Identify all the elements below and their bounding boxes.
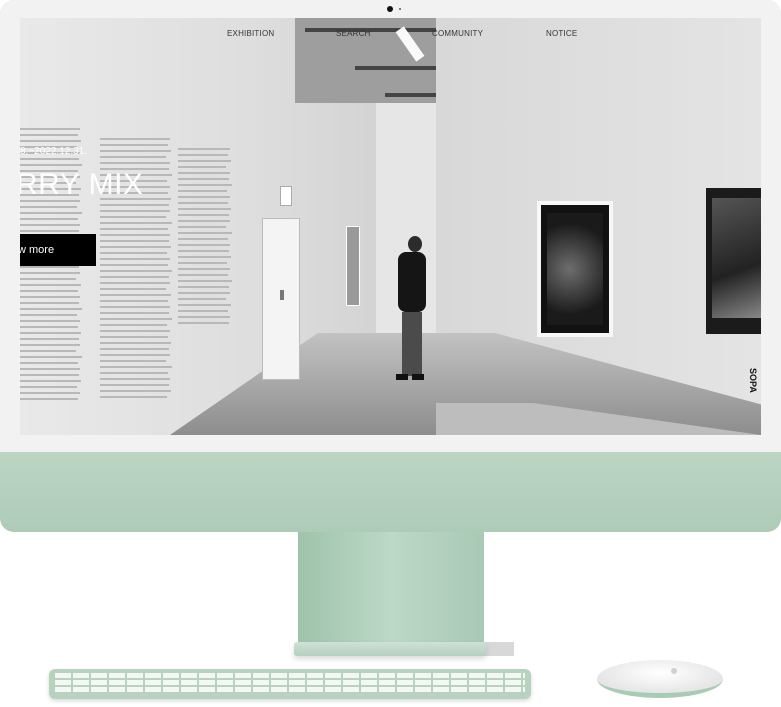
website-screen: SOPA EXHIBITION SEARCH COMMUNITY NOTICE … <box>20 18 761 435</box>
artwork-small <box>346 226 360 306</box>
artwork-framed <box>706 188 761 334</box>
side-vertical-text: SOPA <box>748 368 758 393</box>
view-more-button[interactable]: w more <box>20 234 96 266</box>
apple-logo-icon <box>671 668 677 674</box>
keyboard <box>49 669 531 699</box>
ceiling-beam <box>355 66 436 70</box>
nav-search[interactable]: SEARCH <box>336 29 371 38</box>
nav-community[interactable]: COMMUNITY <box>432 29 483 38</box>
camera-indicator <box>399 8 401 10</box>
nav-exhibition[interactable]: EXHIBITION <box>227 29 274 38</box>
door-handle <box>280 290 284 300</box>
imac-stand <box>298 532 484 648</box>
mouse <box>597 660 723 698</box>
imac-chin <box>0 452 781 532</box>
ceiling-beam <box>385 93 436 97</box>
imac-stand-foot <box>294 642 486 656</box>
site-navigation: EXHIBITION SEARCH COMMUNITY NOTICE <box>20 29 761 43</box>
camera-icon <box>387 6 393 12</box>
visitor-figure <box>388 236 432 386</box>
nav-notice[interactable]: NOTICE <box>546 29 577 38</box>
hero-title: RRY MIX <box>20 168 144 201</box>
stand-shadow <box>484 642 514 656</box>
imac-display: SOPA EXHIBITION SEARCH COMMUNITY NOTICE … <box>0 0 781 532</box>
artwork-framed <box>537 201 613 337</box>
wall-text-column <box>178 148 232 338</box>
exit-sign <box>280 186 292 206</box>
hero-date: 8.~2022.12.31. <box>20 146 88 157</box>
